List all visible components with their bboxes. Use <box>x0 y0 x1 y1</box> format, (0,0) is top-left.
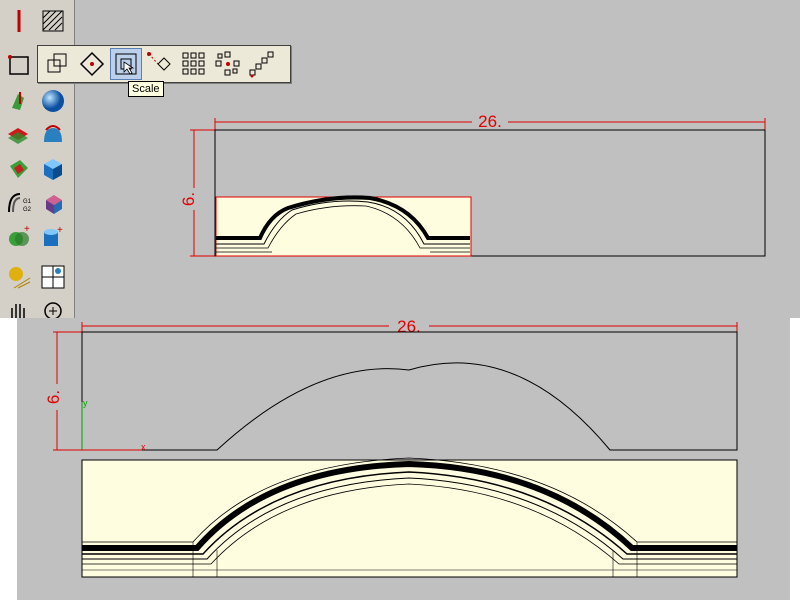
width-dimension-label: 26. <box>397 318 421 336</box>
x-axis-label: x <box>141 442 146 452</box>
rotate-icon[interactable] <box>76 48 108 80</box>
height-dimension-label: 6. <box>180 192 198 206</box>
svg-text:G2: G2 <box>23 207 32 213</box>
transform-flyout <box>37 45 291 83</box>
rectangle-tool-icon[interactable] <box>4 50 34 80</box>
cylinder-add-tool-icon[interactable]: + <box>38 222 68 252</box>
scale-icon[interactable] <box>110 48 142 80</box>
background-strip-right <box>790 318 800 600</box>
svg-text:+: + <box>24 224 30 235</box>
hatch-tool-icon[interactable] <box>38 6 68 36</box>
width-dimension-label: 26. <box>478 112 502 131</box>
bottom-viewport[interactable]: 26. 6. y x <box>17 318 790 600</box>
top-viewport[interactable]: 26. 6. <box>180 110 780 270</box>
tooltip: Scale <box>128 81 164 97</box>
box-tool-icon[interactable] <box>38 154 68 184</box>
extrude-tool-icon[interactable] <box>4 86 34 116</box>
planar-surface-tool-icon[interactable] <box>4 120 34 150</box>
g1-g2-blend-tool-icon[interactable]: G1 G2 <box>4 188 34 218</box>
mirror-icon[interactable] <box>144 48 176 80</box>
array-rect-icon[interactable] <box>178 48 210 80</box>
y-axis-label: y <box>83 398 88 408</box>
sphere-tool-icon[interactable] <box>38 86 68 116</box>
height-dimension-label: 6. <box>44 390 63 404</box>
array-curve-icon[interactable] <box>246 48 278 80</box>
svg-text:+: + <box>57 225 63 236</box>
boolean-tool-icon[interactable]: + <box>4 222 34 252</box>
svg-text:G1: G1 <box>23 199 32 205</box>
material-tool-icon[interactable] <box>4 262 34 292</box>
array-polar-icon[interactable] <box>212 48 244 80</box>
solid-edit-tool-icon[interactable] <box>38 188 68 218</box>
line-tool-icon[interactable] <box>4 6 34 36</box>
viewport-layout-tool-icon[interactable] <box>38 262 68 292</box>
background-strip-left <box>0 318 17 600</box>
loft-tool-icon[interactable] <box>4 154 34 184</box>
revolve-tool-icon[interactable] <box>38 120 68 150</box>
move-icon[interactable] <box>42 48 74 80</box>
